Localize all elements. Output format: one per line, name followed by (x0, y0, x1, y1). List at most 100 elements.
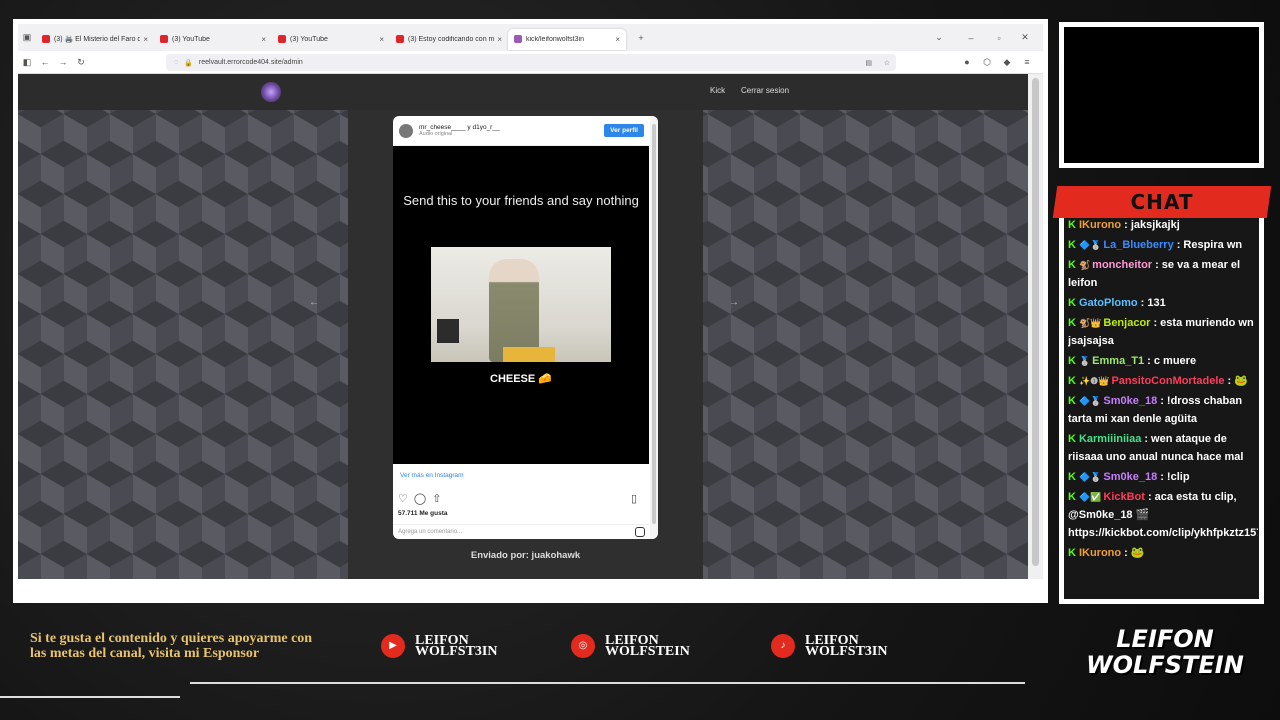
youtube-favicon-icon (160, 35, 168, 43)
chat-text: : 🐸 (1227, 375, 1248, 387)
chat-badges: ✨❶👑 (1078, 376, 1110, 386)
chat-badges: 🔷✅ (1078, 492, 1102, 502)
tab[interactable]: (3) Estoy codificando con micro× (390, 29, 508, 50)
new-tab-button[interactable]: + (632, 33, 650, 43)
tab-close-icon[interactable]: × (379, 35, 384, 44)
address-bar[interactable]: ◌ 🔒 reelvault.errorcode404.site/admin ▤ … (166, 54, 896, 71)
brand-line1: LEIFON (1116, 625, 1214, 653)
pocket-icon[interactable]: ● (958, 57, 976, 67)
tab-title: (3) 🖨️ El Misterio del Faro de F (54, 36, 141, 43)
tab-title: (3) YouTube (290, 35, 328, 43)
chat-username[interactable]: Benjacor (1103, 317, 1150, 329)
chat-badges: 🔷🥈 (1078, 240, 1102, 250)
chat-username[interactable]: PansitoConMortadele (1111, 375, 1224, 387)
comment-input[interactable]: Agrega un comentario... (393, 524, 649, 539)
chat-message: K 🐒👑 Benjacor: esta muriendo wn jsajsajsa (1068, 314, 1258, 350)
tab-list-icon[interactable]: ▣ (18, 32, 36, 43)
chat-message: K 🔷✅ KickBot: aca esta tu clip, @Sm0ke_18 … (1068, 488, 1258, 542)
tab[interactable]: (3) YouTube × (154, 29, 272, 50)
lock-icon: 🔒 (184, 59, 193, 67)
next-arrow-icon[interactable]: → (725, 294, 743, 312)
maximize-icon[interactable]: ▫ (990, 33, 1008, 43)
extensions-icon[interactable]: ⬡ (978, 57, 996, 68)
reel-video[interactable]: Send this to your friends and say nothin… (393, 146, 649, 464)
chat-badges: 🐒 (1078, 260, 1091, 270)
bookmark-star-icon[interactable]: ☆ (884, 59, 890, 67)
save-icon[interactable]: ▯ (631, 492, 637, 505)
chat-username[interactable]: Sm0ke_18 (1103, 395, 1157, 407)
chat-text: : jaksjkajkj (1124, 219, 1180, 231)
chat-username[interactable]: IKurono (1079, 219, 1121, 231)
scrollbar-thumb[interactable] (1032, 78, 1039, 566)
avatar[interactable] (399, 123, 413, 138)
tab-active[interactable]: kick/leifonwolfst3in × (508, 28, 626, 50)
kick-icon: K (1068, 433, 1076, 445)
chat-badges: 🐒👑 (1078, 318, 1102, 328)
chat-username[interactable]: KickBot (1103, 491, 1145, 503)
chat-username[interactable]: La_Blueberry (1103, 239, 1173, 251)
reload-icon[interactable]: ↻ (72, 57, 90, 68)
youtube-favicon-icon (42, 35, 50, 43)
sponsor-text: Si te gusta el contenido y quieres apoya… (30, 631, 313, 661)
kick-icon: K (1068, 491, 1076, 503)
post-username[interactable]: mr_cheese____ y d1yo_r__ (419, 124, 500, 131)
tab-dropdown-icon[interactable]: ⌄ (930, 32, 948, 43)
prev-arrow-icon[interactable]: ← (305, 294, 323, 312)
chat-username[interactable]: GatoPlomo (1079, 297, 1138, 309)
comment-icon[interactable]: ◯ (414, 493, 432, 505)
instagram-icon[interactable] (635, 527, 645, 537)
chat-message: K 🔷🥈 Sm0ke_18: !clip (1068, 468, 1258, 486)
shield-icon: ◌ (174, 59, 179, 66)
window-close-icon[interactable]: ✕ (1016, 32, 1034, 43)
video-frame (431, 247, 611, 362)
chat-text: : !clip (1160, 471, 1190, 483)
chat-username[interactable]: Emma_T1 (1092, 355, 1144, 367)
chat-username[interactable]: moncheitor (1092, 259, 1152, 271)
brand-logo: LEIFON WOLFSTEIN (1085, 626, 1245, 678)
chat-text: : 🐸 (1124, 547, 1145, 559)
addon-icon[interactable]: ◆ (998, 57, 1016, 68)
nav-toolbar: ◧ ← → ↻ ◌ 🔒 reelvault.errorcode404.site/… (18, 51, 1043, 74)
like-icon[interactable]: ♡ (398, 493, 414, 505)
kick-icon: K (1068, 239, 1076, 251)
chat-badges: 🔷🥈 (1078, 472, 1102, 482)
youtube-favicon-icon (278, 35, 286, 43)
tab-close-icon[interactable]: × (261, 35, 266, 44)
chat-username[interactable]: IKurono (1079, 547, 1121, 559)
tab-close-icon[interactable]: × (497, 35, 502, 44)
chat-badges: 🥈 (1078, 356, 1091, 366)
sidebar-icon[interactable]: ◧ (18, 57, 36, 68)
reel-panel: mr_cheese____ y d1yo_r__ Audio original … (348, 110, 703, 579)
social-line2: WOLFST3IN (415, 644, 498, 659)
tab[interactable]: (3) YouTube × (272, 29, 390, 50)
nav-link-kick[interactable]: Kick (710, 86, 725, 95)
chat-username[interactable]: Sm0ke_18 (1103, 471, 1157, 483)
minimize-icon[interactable]: – (962, 33, 980, 43)
footer-divider (190, 682, 1025, 684)
chat-message: K IKurono: 🐸 (1068, 544, 1258, 562)
chat-username[interactable]: Karmiiiniiaa (1079, 433, 1141, 445)
back-icon[interactable]: ← (36, 57, 54, 67)
view-profile-button[interactable]: Ver perfil (604, 124, 644, 137)
forward-icon[interactable]: → (54, 57, 72, 67)
page-scrollbar[interactable] (1028, 74, 1043, 579)
site-logo[interactable] (261, 82, 281, 102)
browser-window: ▣ (3) 🖨️ El Misterio del Faro de F× (3) … (13, 19, 1048, 603)
menu-icon[interactable]: ≡ (1018, 57, 1036, 67)
tab-title: kick/leifonwolfst3in (526, 35, 584, 43)
see-more-link[interactable]: Ver más en Instagram (400, 472, 464, 479)
share-icon[interactable]: ⇧ (432, 493, 447, 505)
chat-message: K IKurono: jaksjkajkj (1068, 216, 1258, 234)
post-audio[interactable]: Audio original (419, 131, 500, 137)
embed-scrollbar[interactable] (650, 116, 658, 539)
tiktok-icon: ♪ (771, 634, 795, 658)
tab-close-icon[interactable]: × (615, 35, 620, 44)
tab-close-icon[interactable]: × (143, 35, 148, 44)
post-actions: ♡◯⇧ (398, 492, 447, 505)
nav-link-logout[interactable]: Cerrar sesion (741, 86, 789, 95)
tab[interactable]: (3) 🖨️ El Misterio del Faro de F× (36, 29, 154, 50)
social-tiktok: ♪ LEIFON WOLFST3IN (771, 634, 887, 659)
kick-icon: K (1068, 375, 1076, 387)
social-youtube: ▶ LEIFON WOLFST3IN (381, 634, 498, 659)
reader-icon[interactable]: ▤ (865, 59, 872, 67)
